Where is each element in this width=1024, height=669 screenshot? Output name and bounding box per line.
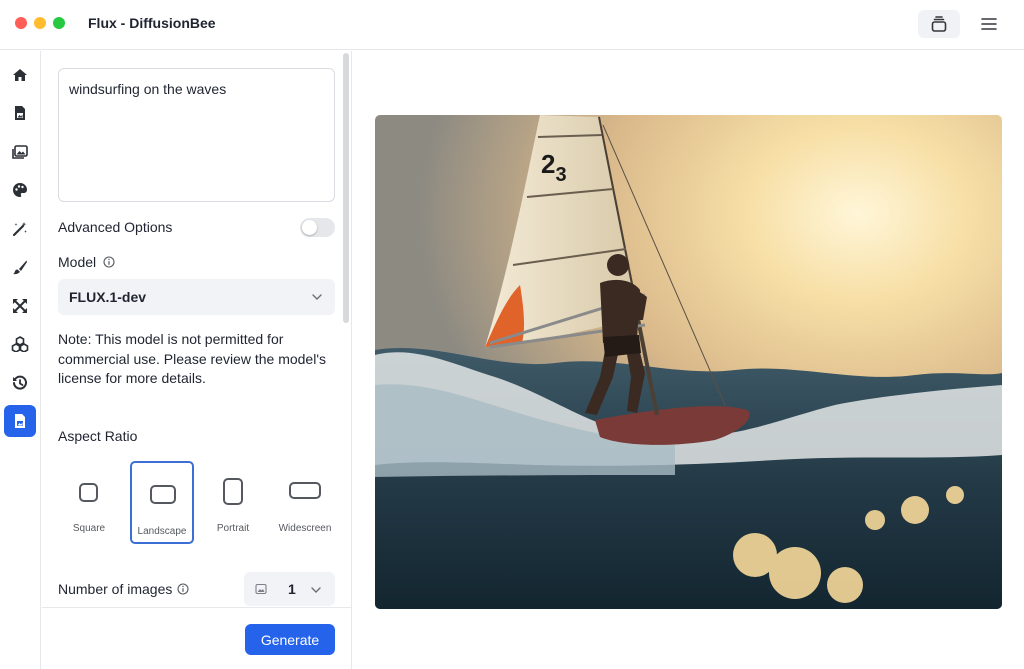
square-shape-icon <box>79 483 98 502</box>
portrait-shape-icon <box>223 478 243 505</box>
toggle-knob <box>302 220 317 235</box>
expand-arrows-icon <box>13 299 27 313</box>
rail-item-text-to-image[interactable] <box>4 97 36 129</box>
advanced-options-label: Advanced Options <box>58 219 173 235</box>
model-select-value: FLUX.1-dev <box>69 289 147 305</box>
panel-divider <box>351 51 352 669</box>
info-icon[interactable] <box>177 583 189 595</box>
history-icon <box>13 375 27 390</box>
rail-item-models[interactable] <box>4 328 36 360</box>
aspect-option-widescreen[interactable]: Widescreen <box>273 461 337 544</box>
title-bar: Flux - DiffusionBee <box>0 0 1024 50</box>
icon-rail <box>0 51 41 669</box>
aspect-option-landscape[interactable]: Landscape <box>130 461 194 544</box>
stack-icon <box>931 16 947 32</box>
window-title: Flux - DiffusionBee <box>88 15 216 31</box>
model-license-note: Note: This model is not permitted for co… <box>58 331 327 386</box>
hamburger-menu-icon <box>981 18 997 30</box>
palette-icon <box>13 183 27 197</box>
document-image-icon <box>15 106 25 120</box>
rail-item-history[interactable] <box>4 367 36 399</box>
rail-item-upscale[interactable] <box>4 290 36 322</box>
document-image-icon <box>15 414 25 428</box>
generated-image[interactable]: 23 <box>375 115 1002 609</box>
images-icon <box>12 145 28 159</box>
maximize-window-button[interactable] <box>53 17 65 29</box>
num-images-select[interactable]: 1 <box>244 572 335 606</box>
rail-item-magic[interactable] <box>4 213 36 245</box>
aspect-option-portrait[interactable]: Portrait <box>201 461 265 544</box>
minimize-window-button[interactable] <box>34 17 46 29</box>
menu-button[interactable] <box>968 10 1010 38</box>
chevron-down-icon <box>312 294 322 300</box>
model-label: Model <box>58 254 97 270</box>
rail-item-inpaint[interactable] <box>4 251 36 283</box>
models-cube-icon <box>11 336 29 352</box>
widescreen-shape-icon <box>289 482 321 499</box>
generate-button[interactable]: Generate <box>245 624 335 655</box>
num-images-value: 1 <box>288 581 296 597</box>
prompt-input[interactable]: windsurfing on the waves <box>58 68 335 202</box>
aspect-option-square[interactable]: Square <box>57 461 121 544</box>
magic-wand-icon <box>12 222 27 237</box>
rail-item-image-to-image[interactable] <box>4 136 36 168</box>
image-icon <box>255 583 267 595</box>
aspect-option-label: Square <box>72 523 106 534</box>
chevron-down-icon <box>311 587 321 593</box>
model-select[interactable]: FLUX.1-dev <box>58 279 335 315</box>
panel-scrollbar-thumb[interactable] <box>343 53 349 323</box>
aspect-option-label: Landscape <box>137 526 187 537</box>
aspect-ratio-label: Aspect Ratio <box>58 428 138 444</box>
aspect-option-label: Widescreen <box>278 523 332 534</box>
home-icon <box>13 69 27 81</box>
brush-icon <box>13 260 27 275</box>
rail-item-home[interactable] <box>4 59 36 91</box>
rail-item-flux[interactable] <box>4 405 36 437</box>
stack-button[interactable] <box>918 10 960 38</box>
rail-item-style[interactable] <box>4 174 36 206</box>
close-window-button[interactable] <box>15 17 27 29</box>
windsurfing-photo: 23 <box>375 115 1002 609</box>
advanced-options-toggle[interactable] <box>300 218 335 237</box>
info-icon[interactable] <box>103 256 115 268</box>
num-images-label: Number of images <box>58 581 173 597</box>
landscape-shape-icon <box>150 485 176 504</box>
